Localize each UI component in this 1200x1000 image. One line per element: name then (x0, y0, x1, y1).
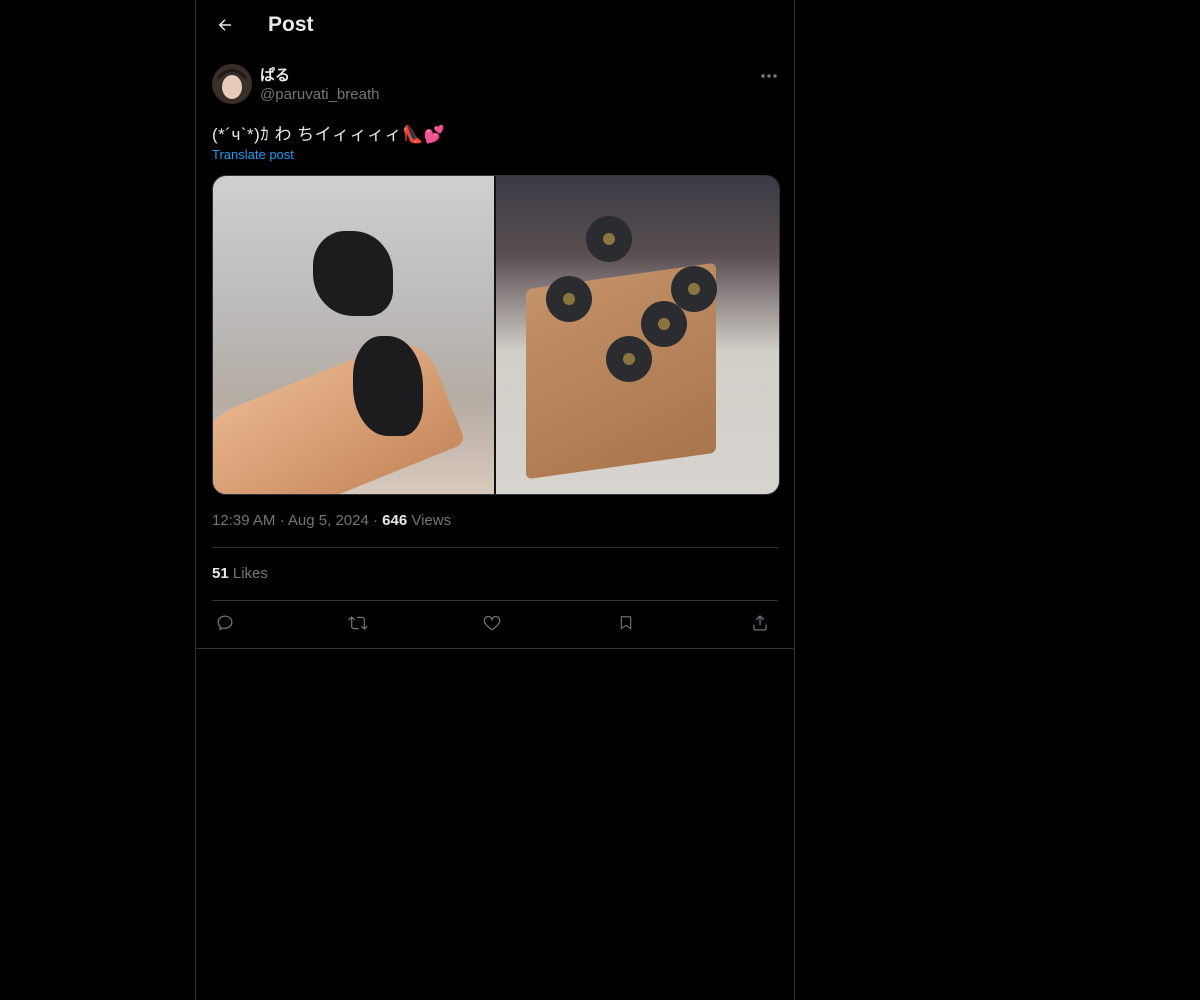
repost-button[interactable] (345, 612, 371, 638)
divider (212, 547, 778, 548)
more-horizontal-icon (760, 66, 778, 84)
reply-button[interactable] (212, 612, 238, 638)
media-image-right[interactable] (496, 176, 779, 494)
share-icon (750, 613, 770, 638)
photo-leg-shape (213, 331, 467, 494)
page-title: Post (268, 13, 314, 36)
bookmark-icon (617, 613, 635, 638)
meta-separator: · (279, 512, 285, 529)
likes-count: 51 (212, 565, 229, 582)
meta-separator: · (372, 512, 378, 529)
post-time[interactable]: 12:39 AM (212, 512, 275, 529)
post-media[interactable] (212, 175, 780, 495)
post-column: Post ぱる @paruvati_breath (*´ч`*)ｶ わ ちイィィ… (195, 0, 795, 1000)
divider (196, 648, 794, 649)
likes-summary[interactable]: 51 Likes (212, 565, 268, 582)
like-button[interactable] (479, 612, 505, 638)
bookmark-button[interactable] (613, 612, 639, 638)
reply-icon (215, 613, 235, 638)
post-date[interactable]: Aug 5, 2024 (288, 512, 369, 529)
heart-icon (482, 613, 502, 638)
top-bar: Post (196, 0, 794, 54)
post-metadata: 12:39 AM · Aug 5, 2024 · 646 Views (212, 512, 451, 529)
photo-flower-shape (586, 216, 632, 262)
photo-flower-shape (546, 276, 592, 322)
back-button[interactable] (208, 10, 242, 44)
photo-flower-shape (641, 301, 687, 347)
author-display-name[interactable]: ぱる (260, 64, 290, 85)
arrow-left-icon (216, 16, 234, 39)
photo-sandal-shape (313, 231, 393, 316)
views-label: Views (411, 512, 452, 529)
translate-post-link[interactable]: Translate post (212, 147, 294, 162)
share-button[interactable] (747, 612, 773, 638)
views-count: 646 (382, 512, 408, 529)
avatar[interactable] (212, 64, 252, 104)
post-text: (*´ч`*)ｶ わ ちイィィィィ👠💕 (212, 125, 446, 144)
repost-icon (347, 613, 369, 638)
more-options-button[interactable] (756, 64, 782, 86)
photo-sandal-shape (353, 336, 423, 436)
photo-flower-shape (606, 336, 652, 382)
divider (212, 600, 778, 601)
author-handle[interactable]: @paruvati_breath (260, 86, 379, 103)
action-bar (212, 612, 778, 638)
media-image-left[interactable] (213, 176, 494, 494)
likes-label: Likes (232, 565, 268, 582)
